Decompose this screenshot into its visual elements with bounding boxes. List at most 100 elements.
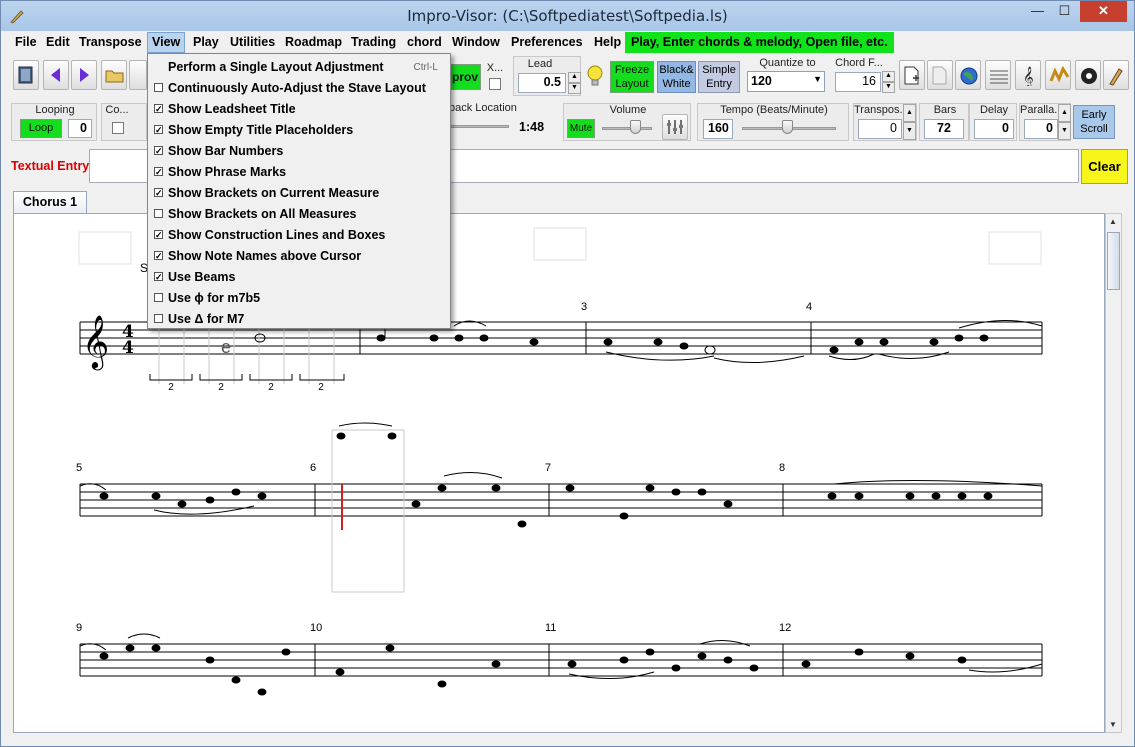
checkbox-unchecked[interactable] [154, 83, 163, 92]
menu-window[interactable]: Window [448, 34, 504, 52]
freeze-layout-button[interactable]: Freeze Layout [610, 61, 654, 93]
x-checkbox[interactable] [489, 78, 501, 90]
view-menu-item[interactable]: Continuously Auto-Adjust the Stave Layou… [148, 78, 450, 99]
view-menu-item[interactable]: ✓ Show Bar Numbers [148, 141, 450, 162]
menu-utilities[interactable]: Utilities [226, 34, 279, 52]
parallax-up[interactable]: ▲ [1058, 104, 1071, 122]
open-button[interactable] [101, 60, 127, 90]
lead-up[interactable]: ▲ [568, 72, 581, 83]
view-menu-item[interactable]: ✓ Show Leadsheet Title [148, 99, 450, 120]
co-label: Co... [105, 104, 129, 116]
improvise-button[interactable]: prov [449, 64, 481, 90]
triplet-brackets [149, 374, 345, 381]
co-checkbox[interactable] [112, 122, 124, 134]
score-scrollbar[interactable]: ▲ ▼ [1105, 213, 1122, 733]
globe-button[interactable] [955, 60, 981, 90]
menu-edit[interactable]: Edit [42, 34, 74, 52]
transpose-up[interactable]: ▲ [903, 104, 916, 122]
bar-number: 8 [779, 462, 785, 474]
checkbox-checked[interactable]: ✓ [154, 125, 163, 135]
menu-view[interactable]: View [147, 32, 186, 53]
style-button[interactable] [1045, 60, 1071, 90]
checkbox-checked[interactable]: ✓ [154, 167, 163, 177]
new-document-button[interactable] [899, 60, 925, 90]
minimize-button[interactable]: — [1024, 1, 1051, 22]
tempo-field[interactable]: 160 [703, 119, 733, 139]
next-button[interactable] [71, 60, 97, 90]
parallax-field[interactable]: 0 [1024, 119, 1058, 139]
simple-entry-button[interactable]: Simple Entry [698, 61, 740, 93]
transpose-down[interactable]: ▼ [903, 122, 916, 140]
checkbox-checked[interactable]: ✓ [154, 230, 163, 240]
menu-roadmap[interactable]: Roadmap [281, 34, 346, 52]
copy-document-button[interactable] [927, 60, 953, 90]
black-white-button[interactable]: Black& White [657, 61, 696, 93]
sheet-button[interactable] [985, 60, 1011, 90]
menu-trading[interactable]: Trading [347, 34, 400, 52]
checkbox-checked[interactable]: ✓ [154, 146, 163, 156]
chord-font-field[interactable]: 16 [835, 72, 881, 92]
mute-button[interactable]: Mute [567, 119, 595, 138]
mixer-button[interactable] [662, 114, 688, 140]
triplet-label: 2 [318, 382, 324, 393]
checkbox-unchecked[interactable] [154, 314, 163, 323]
menu-chord[interactable]: chord [403, 34, 446, 52]
menu-item-label: Show Empty Title Placeholders [168, 123, 354, 137]
view-menu-item[interactable]: ✓ Show Construction Lines and Boxes [148, 225, 450, 246]
volume-slider[interactable] [602, 127, 652, 130]
checkbox-unchecked[interactable] [154, 209, 163, 218]
menu-help[interactable]: Help [590, 34, 625, 52]
parallax-down[interactable]: ▼ [1058, 122, 1071, 140]
record-button[interactable] [1075, 60, 1101, 90]
volume-thumb[interactable] [630, 120, 641, 134]
checkbox-checked[interactable]: ✓ [154, 272, 163, 282]
playback-slider[interactable] [449, 125, 509, 128]
lead-down[interactable]: ▼ [568, 83, 581, 94]
delay-field[interactable]: 0 [974, 119, 1014, 139]
scroll-down-icon[interactable]: ▼ [1109, 720, 1117, 729]
view-menu-item[interactable]: ✓ Show Brackets on Current Measure [148, 183, 450, 204]
scroll-thumb[interactable] [1107, 232, 1120, 290]
bar-number: 6 [310, 462, 316, 474]
save-button[interactable] [129, 60, 147, 90]
pencil-button[interactable] [1103, 60, 1129, 90]
loop-button[interactable]: Loop [20, 119, 62, 138]
transpose-field[interactable]: 0 [858, 119, 902, 139]
clear-button[interactable]: Clear [1081, 149, 1128, 184]
lead-field[interactable]: 0.5 [518, 73, 566, 93]
previous-button[interactable] [43, 60, 69, 90]
tab-chorus-1[interactable]: Chorus 1 [13, 191, 87, 213]
view-menu-item[interactable]: Use ϕ for m7b5 [148, 288, 450, 309]
book-button[interactable] [13, 60, 39, 90]
menu-file[interactable]: File [11, 34, 41, 52]
view-menu-item[interactable]: ✓ Show Empty Title Placeholders [148, 120, 450, 141]
checkbox-checked[interactable]: ✓ [154, 251, 163, 261]
early-scroll-button[interactable]: Early Scroll [1073, 105, 1115, 139]
view-menu-item[interactable]: Perform a Single Layout Adjustment Ctrl-… [148, 57, 450, 78]
bars-field[interactable]: 72 [924, 119, 964, 139]
view-menu-item[interactable]: Show Brackets on All Measures [148, 204, 450, 225]
tempo-thumb[interactable] [782, 120, 793, 134]
checkbox-checked[interactable]: ✓ [154, 188, 163, 198]
close-button[interactable]: ✕ [1080, 1, 1127, 22]
checkbox-unchecked[interactable] [154, 293, 163, 302]
treble-clef-button[interactable]: 𝄞 [1015, 60, 1041, 90]
bar-number: 11 [545, 622, 556, 634]
lightbulb-icon[interactable] [585, 64, 605, 88]
view-menu-item[interactable]: ✓ Show Note Names above Cursor [148, 246, 450, 267]
chord-up[interactable]: ▲ [882, 71, 895, 82]
quantize-select[interactable]: 120 ▼ [747, 71, 825, 92]
menu-preferences[interactable]: Preferences [507, 34, 587, 52]
menu-play[interactable]: Play [189, 34, 223, 52]
menu-item-shortcut: Ctrl-L [413, 62, 438, 73]
menu-transpose[interactable]: Transpose [75, 34, 146, 52]
maximize-button[interactable]: ☐ [1051, 1, 1078, 22]
bars-group: Bars 72 [919, 103, 969, 141]
view-menu-item[interactable]: ✓ Use Beams [148, 267, 450, 288]
loop-count-field[interactable]: 0 [68, 119, 92, 138]
checkbox-checked[interactable]: ✓ [154, 104, 163, 114]
view-menu-item[interactable]: Use Δ for M7 [148, 309, 450, 330]
scroll-up-icon[interactable]: ▲ [1109, 217, 1117, 226]
view-menu-item[interactable]: ✓ Show Phrase Marks [148, 162, 450, 183]
chord-down[interactable]: ▼ [882, 82, 895, 93]
